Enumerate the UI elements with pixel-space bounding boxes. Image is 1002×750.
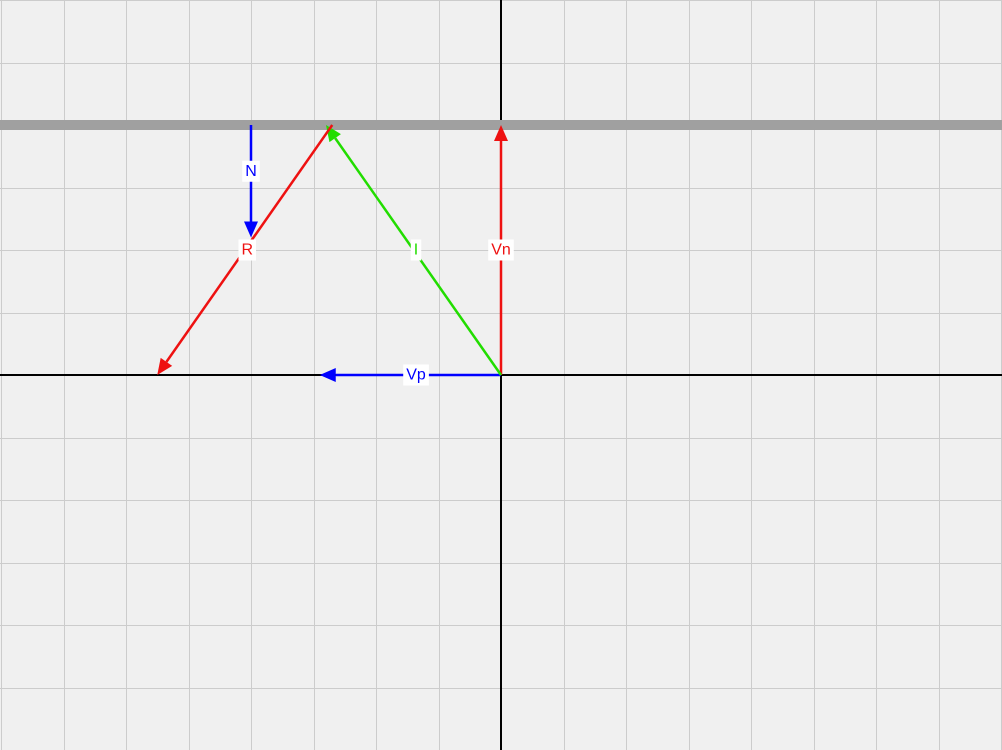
vector-label-text: R: [241, 242, 253, 259]
vector-vn-label: Vn: [488, 239, 514, 261]
vector-label-text: Vn: [491, 242, 511, 259]
vector-n: N: [242, 125, 260, 238]
vector-label-text: Vp: [406, 367, 426, 384]
vector-vp-arrowhead: [319, 368, 336, 382]
vector-diagram: Vp Vn I R N: [0, 0, 1002, 750]
vectors: Vp Vn I R N: [157, 124, 514, 386]
vector-i-label: I: [410, 239, 422, 261]
vector-label-text: N: [245, 163, 257, 180]
vector-label-text: I: [414, 242, 418, 259]
vector-vp: Vp: [319, 364, 501, 386]
vector-r-label: R: [238, 239, 257, 261]
vector-vn: Vn: [488, 125, 514, 375]
vector-n-label: N: [242, 160, 260, 182]
diagram-canvas: Vp Vn I R N: [0, 0, 1002, 750]
vector-vp-label: Vp: [403, 364, 429, 386]
vector-r-arrowhead: [157, 357, 173, 375]
